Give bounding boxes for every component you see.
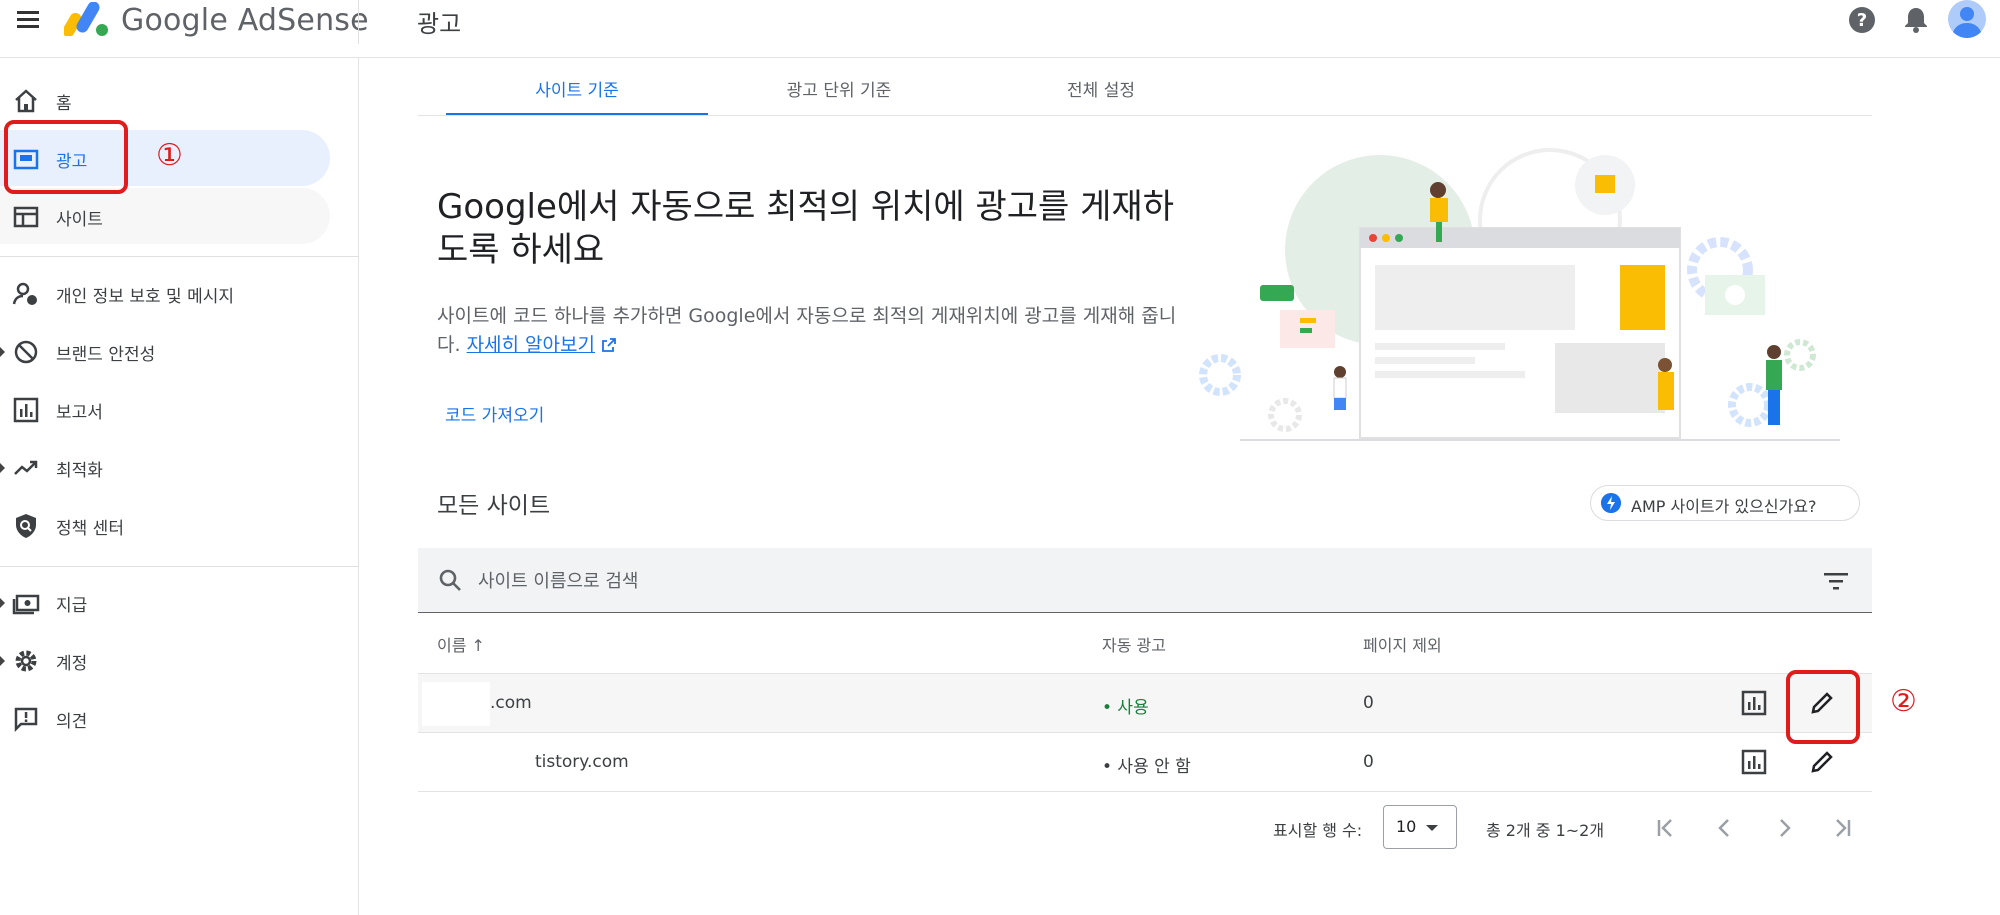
bar-chart-icon[interactable] [1740, 689, 1768, 717]
lightning-bolt-icon [1601, 493, 1621, 513]
tabs-divider [418, 115, 1872, 116]
hamburger-menu-icon[interactable] [14, 8, 42, 32]
account-avatar[interactable] [1946, 0, 1988, 40]
rows-per-page-select[interactable]: 10 [1383, 805, 1457, 849]
column-header-auto-ads: 자동 광고 [1102, 636, 1166, 655]
sites-icon [13, 206, 39, 228]
amp-sites-chip[interactable]: AMP 사이트가 있으신가요? [1590, 485, 1860, 521]
last-page-icon[interactable] [1826, 812, 1858, 844]
table-row[interactable]: .com • 사용 0 [418, 674, 1872, 733]
sidebar-divider [0, 566, 358, 567]
get-code-button[interactable]: 코드 가져오기 [437, 397, 552, 430]
sidebar-item-label: 홈 [56, 94, 72, 114]
help-icon[interactable]: ? [1846, 4, 1878, 36]
annotation-number-1: ① [156, 138, 183, 173]
site-name: .com [490, 693, 532, 713]
sidebar-item-label: 사이트 [56, 210, 103, 230]
sidebar-item-reports[interactable]: 보고서 [0, 381, 330, 437]
hero-title: Google에서 자동으로 최적의 위치에 광고를 게재하도록 하세요 [437, 187, 1174, 270]
previous-page-icon[interactable] [1709, 812, 1741, 844]
expand-caret-icon [0, 656, 5, 666]
bar-chart-icon[interactable] [1740, 748, 1768, 776]
sidebar-item-label: 계정 [56, 654, 88, 674]
open-in-new-icon [602, 338, 616, 352]
adsense-logo-icon [64, 2, 108, 36]
edit-pencil-icon[interactable] [1808, 748, 1836, 776]
all-sites-heading: 모든 사이트 [437, 493, 551, 519]
annotation-highlight-ads [4, 120, 128, 194]
trending-up-icon [14, 460, 38, 475]
expand-caret-icon [0, 598, 5, 608]
annotation-highlight-edit [1786, 670, 1860, 744]
sidebar-item-feedback[interactable]: 의견 [0, 690, 330, 746]
sidebar-item-label: 최적화 [56, 461, 103, 481]
first-page-icon[interactable] [1650, 812, 1682, 844]
column-header-page-exclusions: 페이지 제외 [1363, 636, 1442, 655]
sidebar-divider [0, 256, 358, 257]
table-row[interactable]: tistory.com • 사용 안 함 0 [418, 733, 1872, 792]
auto-ads-status: • 사용 안 함 [1102, 757, 1191, 777]
sidebar-item-brand-safety[interactable]: 브랜드 안전성 [0, 323, 330, 379]
rows-per-page-value: 10 [1396, 817, 1417, 836]
next-page-icon[interactable] [1768, 812, 1800, 844]
filter-list-icon[interactable] [1823, 570, 1849, 592]
sidebar-item-account[interactable]: 계정 [0, 632, 330, 688]
expand-caret-icon [0, 347, 5, 357]
notifications-bell-icon[interactable] [1900, 4, 1932, 36]
page-exclusions-count: 0 [1363, 693, 1374, 713]
sort-arrow-up-icon: ↑ [471, 636, 485, 655]
payments-icon [12, 594, 40, 615]
expand-caret-icon [0, 463, 5, 473]
sidebar-item-label: 개인 정보 보호 및 메시지 [56, 287, 235, 307]
redacted-site-name [422, 682, 490, 726]
feedback-icon [14, 707, 38, 733]
svg-text:?: ? [1857, 10, 1867, 31]
title-separator [358, 0, 359, 44]
product-name: Google AdSense [121, 3, 369, 38]
learn-more-link[interactable]: 자세히 알아보기 [467, 334, 595, 356]
page-title: 광고 [417, 10, 462, 38]
hero-description: 사이트에 코드 하나를 추가하면 Google에서 자동으로 최적의 게재위치에… [437, 302, 1177, 360]
annotation-number-2: ② [1890, 684, 1917, 719]
privacy-messaging-icon [12, 282, 37, 305]
tab-label: 전체 설정 [1067, 81, 1135, 101]
amp-chip-label: AMP 사이트가 있으신가요? [1631, 497, 1817, 516]
site-name: tistory.com [535, 752, 629, 772]
sidebar-item-optimization[interactable]: 최적화 [0, 439, 330, 495]
rows-per-page-label: 표시할 행 수: [1273, 821, 1363, 840]
dropdown-arrow-icon [1426, 825, 1438, 831]
tab-by-site[interactable]: 사이트 기준 [446, 58, 708, 116]
sidebar-item-label: 정책 센터 [56, 519, 124, 539]
sidebar-item-label: 지급 [56, 596, 88, 616]
sidebar-item-sites[interactable]: 사이트 [0, 188, 330, 244]
reports-icon [13, 397, 39, 423]
site-search-bar [418, 548, 1872, 613]
auto-ads-status: • 사용 [1102, 698, 1149, 718]
tab-label: 사이트 기준 [535, 81, 619, 101]
sidebar-item-label: 브랜드 안전성 [56, 345, 156, 365]
auto-ads-illustration [1199, 148, 1840, 441]
sidebar-item-privacy-messaging[interactable]: 개인 정보 보호 및 메시지 [0, 265, 330, 321]
sidebar-item-payments[interactable]: 지급 [0, 574, 330, 630]
tab-label: 광고 단위 기준 [786, 81, 892, 101]
block-icon [14, 340, 38, 364]
home-icon [15, 89, 37, 113]
tab-by-ad-unit[interactable]: 광고 단위 기준 [708, 58, 970, 116]
sidebar-item-policy-center[interactable]: 정책 센터 [0, 497, 330, 553]
sidebar-item-label: 보고서 [56, 403, 103, 423]
pagination-range: 총 2개 중 1~2개 [1486, 821, 1605, 840]
search-icon [439, 569, 461, 591]
gear-icon [15, 650, 37, 672]
column-header-name[interactable]: 이름 ↑ [437, 632, 485, 656]
site-search-input[interactable] [476, 562, 1780, 600]
column-header-label: 이름 [437, 636, 467, 655]
tab-global-settings[interactable]: 전체 설정 [970, 58, 1232, 116]
policy-shield-icon [16, 514, 36, 538]
sidebar-item-label: 의견 [56, 712, 88, 732]
page-exclusions-count: 0 [1363, 752, 1374, 772]
